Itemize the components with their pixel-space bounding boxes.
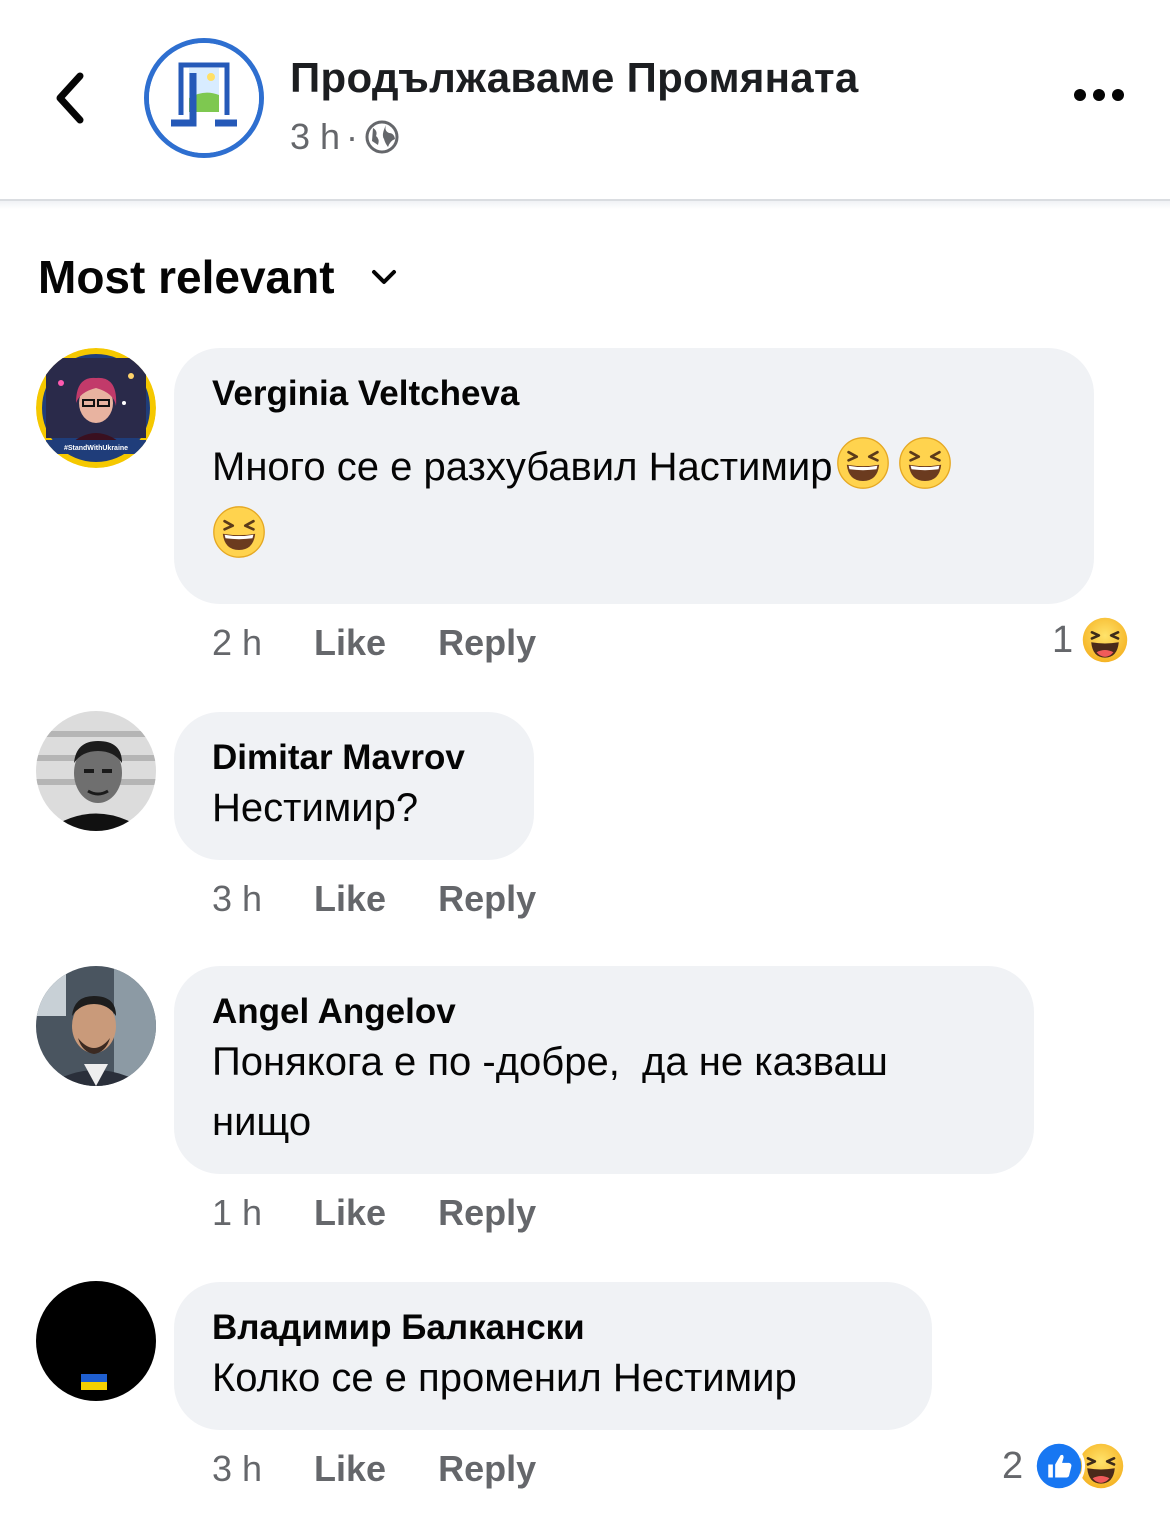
commenter-avatar[interactable]: #StandWithUkraine <box>36 348 156 468</box>
comment-text: Понякога е по -добре, да не казваш <box>212 1040 888 1084</box>
comment-time[interactable]: 2 h <box>212 622 262 664</box>
avatar-badge-text: #StandWithUkraine <box>64 445 128 452</box>
laughing-emoji-icon <box>898 436 952 490</box>
like-icon <box>1033 1440 1086 1492</box>
meta-separator: · <box>346 116 359 157</box>
comment-text-line <box>212 505 1056 566</box>
comment-author[interactable]: Владимир Балкански <box>212 1308 894 1348</box>
comment-actions: 3 h Like Reply <box>212 1446 536 1492</box>
reply-button[interactable]: Reply <box>438 1448 536 1490</box>
like-button[interactable]: Like <box>314 1448 386 1490</box>
avatar-photo <box>36 966 156 1086</box>
back-button[interactable] <box>50 70 90 126</box>
like-button[interactable]: Like <box>314 622 386 664</box>
comment-time[interactable]: 3 h <box>212 1448 262 1490</box>
comment-actions: 3 h Like Reply <box>212 876 536 922</box>
like-button[interactable]: Like <box>314 878 386 920</box>
more-dots-icon <box>1074 89 1124 101</box>
page-logo-icon <box>149 43 259 153</box>
like-button[interactable]: Like <box>314 1192 386 1234</box>
commenter-avatar[interactable] <box>36 966 156 1086</box>
comment-time[interactable]: 3 h <box>212 878 262 920</box>
comment-text-content: Много се е разхубавил Настимир <box>212 445 833 489</box>
post-header: Продължаваме Промяната 3 h · <box>0 0 1170 200</box>
commenter-avatar[interactable] <box>36 1281 156 1401</box>
avatar-photo: #StandWithUkraine <box>36 348 156 468</box>
comment-sort-dropdown[interactable]: Most relevant <box>38 250 397 304</box>
comment-bubble[interactable]: Angel Angelov Понякога е по -добре, да н… <box>174 966 1034 1174</box>
comment-bubble[interactable]: Владимир Балкански Колко се е променил Н… <box>174 1282 932 1430</box>
comment-actions: 2 h Like Reply <box>212 620 536 666</box>
globe-icon <box>365 120 399 154</box>
header-divider-shadow <box>0 201 1170 209</box>
commenter-avatar[interactable] <box>36 711 156 831</box>
comment-author[interactable]: Angel Angelov <box>212 992 996 1032</box>
avatar-photo <box>36 1281 156 1401</box>
reply-button[interactable]: Reply <box>438 878 536 920</box>
chevron-left-icon <box>56 72 84 124</box>
more-options-button[interactable] <box>1072 80 1126 110</box>
comment-actions: 1 h Like Reply <box>212 1190 536 1236</box>
reaction-count: 1 <box>1052 618 1074 661</box>
page-name[interactable]: Продължаваме Промяната <box>290 54 859 102</box>
chevron-down-icon <box>371 270 396 284</box>
avatar-photo <box>36 711 156 831</box>
comment-author[interactable]: Dimitar Mavrov <box>212 738 496 778</box>
laughing-emoji-icon <box>836 436 890 490</box>
reaction-summary[interactable]: 1 <box>1052 614 1132 666</box>
reply-button[interactable]: Reply <box>438 1192 536 1234</box>
reaction-count: 2 <box>1002 1444 1024 1487</box>
comment-bubble[interactable]: Verginia Veltcheva Много се е разхубавил… <box>174 348 1094 604</box>
reply-button[interactable]: Reply <box>438 622 536 664</box>
comment-time[interactable]: 1 h <box>212 1192 262 1234</box>
comment-author[interactable]: Verginia Veltcheva <box>212 374 1056 414</box>
comment-bubble[interactable]: Dimitar Mavrov Нестимир? <box>174 712 534 860</box>
comment-text: Много се е разхубавил Настимир <box>212 436 1056 497</box>
haha-icon <box>1079 614 1132 666</box>
reaction-summary[interactable]: 2 <box>1002 1440 1128 1492</box>
post-time: 3 h <box>290 116 341 157</box>
comment-text: Нестимир? <box>212 786 419 830</box>
laughing-emoji-icon <box>212 505 266 559</box>
comment-text-line: нищо <box>212 1100 312 1144</box>
comment-text: Колко се е променил Нестимир <box>212 1356 797 1400</box>
sort-label: Most relevant <box>38 251 335 303</box>
page-avatar[interactable] <box>144 38 264 158</box>
post-meta: 3 h · <box>290 116 400 158</box>
